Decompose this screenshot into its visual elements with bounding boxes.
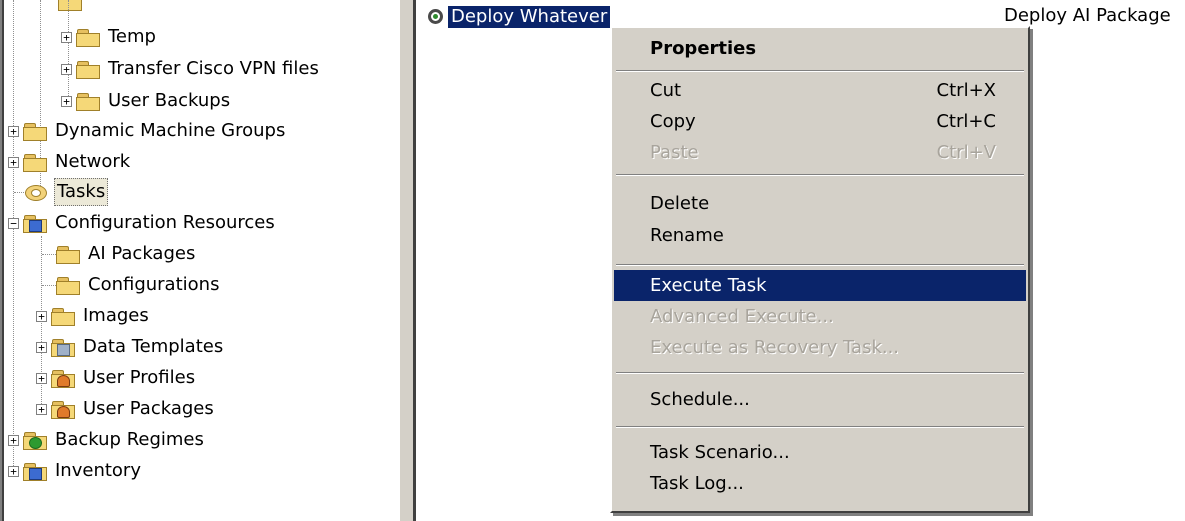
tree-item-data-templates[interactable]: + Data Templates [36, 332, 225, 362]
tree-item-label: User Packages [83, 398, 214, 419]
tree-item-label: Configurations [88, 274, 220, 295]
menu-item-rename[interactable]: Rename [614, 220, 1026, 251]
tree-item-label: Temp [108, 26, 156, 47]
folder-icon [58, 0, 82, 11]
menu-item-paste: Paste Ctrl+V [614, 137, 1026, 168]
menu-item-label: Rename [650, 225, 724, 246]
menu-item-delete[interactable]: Delete [614, 188, 1026, 219]
tree-item-configuration-resources[interactable]: − Configuration Resources [8, 208, 277, 238]
menu-item-label: Paste [650, 142, 699, 163]
menu-item-label: Properties [650, 38, 757, 59]
tree-item-label: Dynamic Machine Groups [55, 120, 286, 141]
tree-item-label: Images [83, 305, 149, 326]
expand-icon[interactable]: + [61, 95, 72, 107]
expand-icon[interactable]: + [36, 341, 47, 353]
folder-config-icon [23, 214, 47, 233]
tree-item-temp[interactable]: + Temp [61, 22, 158, 52]
menu-item-label: Task Log... [650, 473, 744, 494]
menu-shortcut: Ctrl+V [936, 142, 996, 163]
tree-item-user-profiles[interactable]: + User Profiles [36, 363, 197, 393]
menu-shortcut: Ctrl+X [936, 80, 996, 101]
menu-item-execute-task[interactable]: Execute Task [614, 270, 1026, 301]
tree-item-label: AI Packages [88, 243, 196, 264]
menu-item-label: Advanced Execute... [650, 306, 834, 327]
tree-item-cut-off[interactable] [58, 0, 88, 16]
tree-item-user-backups[interactable]: + User Backups [61, 86, 232, 116]
tree-item-label: Tasks [54, 178, 109, 206]
pane-splitter[interactable] [398, 0, 416, 521]
expand-icon[interactable]: + [8, 156, 19, 168]
menu-shortcut: Ctrl+C [936, 111, 996, 132]
expand-icon[interactable]: + [36, 372, 47, 384]
folder-icon [23, 153, 47, 172]
menu-item-properties[interactable]: Properties [614, 33, 1026, 64]
tree-item-label: User Backups [108, 90, 231, 111]
folder-icon [23, 122, 47, 141]
menu-separator [616, 426, 1024, 428]
expand-icon[interactable]: + [8, 465, 19, 477]
menu-item-cut[interactable]: Cut Ctrl+X [614, 75, 1026, 106]
folder-icon [51, 307, 75, 326]
expand-icon[interactable]: + [8, 434, 19, 446]
tree-item-inventory[interactable]: + Inventory [8, 456, 143, 486]
expand-icon[interactable]: + [8, 125, 19, 137]
menu-item-label: Copy [650, 111, 696, 132]
tree-item-label: Configuration Resources [55, 212, 275, 233]
menu-item-schedule[interactable]: Schedule... [614, 384, 1026, 415]
tree-item-label: Transfer Cisco VPN files [108, 58, 319, 79]
folder-icon [76, 92, 100, 111]
menu-item-label: Cut [650, 80, 682, 101]
tree-item-configurations[interactable]: Configurations [56, 270, 221, 300]
tree-item-label: User Profiles [83, 367, 196, 388]
context-menu[interactable]: Properties Cut Ctrl+X Copy Ctrl+C Paste … [610, 26, 1030, 513]
tree-item-tasks[interactable]: Tasks [24, 177, 109, 207]
menu-separator [616, 70, 1024, 72]
folder-package-icon [51, 400, 75, 419]
tree-item-network[interactable]: + Network [8, 147, 132, 177]
folder-icon [76, 60, 100, 79]
tasks-icon [24, 183, 48, 201]
folder-icon [56, 245, 80, 264]
tree-item-label: Backup Regimes [55, 429, 204, 450]
menu-item-label: Execute as Recovery Task... [650, 337, 900, 358]
menu-item-label: Execute Task [650, 275, 767, 296]
list-item[interactable]: Deploy Whatever [426, 6, 611, 28]
menu-item-task-scenario[interactable]: Task Scenario... [614, 437, 1026, 468]
menu-item-copy[interactable]: Copy Ctrl+C [614, 106, 1026, 137]
folder-inventory-icon [23, 462, 47, 481]
expand-icon[interactable]: + [61, 63, 72, 75]
tree-item-label: Data Templates [83, 336, 224, 357]
tree-item-dynamic-machine-groups[interactable]: + Dynamic Machine Groups [8, 116, 287, 146]
folder-tree[interactable]: + Temp + Transfer Cisco VPN files + User… [0, 0, 400, 521]
menu-item-advanced-execute: Advanced Execute... [614, 301, 1026, 332]
list-item-type: Deploy AI Package [1004, 5, 1171, 26]
folder-user-icon [51, 369, 75, 388]
menu-item-label: Schedule... [650, 389, 750, 410]
folder-backup-icon [23, 431, 47, 450]
tree-item-ai-packages[interactable]: AI Packages [56, 239, 197, 269]
list-item-name[interactable]: Deploy Whatever [448, 6, 611, 28]
tree-item-user-packages[interactable]: + User Packages [36, 394, 216, 424]
tree-item-images[interactable]: + Images [36, 301, 151, 331]
menu-item-label: Task Scenario... [650, 442, 790, 463]
expand-icon[interactable]: + [36, 403, 47, 415]
expand-icon[interactable]: + [36, 310, 47, 322]
tree-item-backup-regimes[interactable]: + Backup Regimes [8, 425, 206, 455]
menu-item-label: Delete [650, 193, 710, 214]
folder-data-icon [51, 338, 75, 357]
tree-item-transfer-cisco-vpn-files[interactable]: + Transfer Cisco VPN files [61, 54, 321, 84]
menu-item-task-log[interactable]: Task Log... [614, 468, 1026, 499]
tree-item-label: Network [55, 151, 131, 172]
folder-icon [76, 28, 100, 47]
folder-icon [56, 276, 80, 295]
menu-separator [616, 264, 1024, 266]
expand-icon[interactable]: + [61, 31, 72, 43]
menu-separator [616, 174, 1024, 176]
menu-item-execute-recovery: Execute as Recovery Task... [614, 332, 1026, 363]
menu-separator [616, 372, 1024, 374]
task-gear-icon [426, 7, 446, 27]
tree-item-label: Inventory [55, 460, 141, 481]
collapse-icon[interactable]: − [8, 217, 19, 229]
